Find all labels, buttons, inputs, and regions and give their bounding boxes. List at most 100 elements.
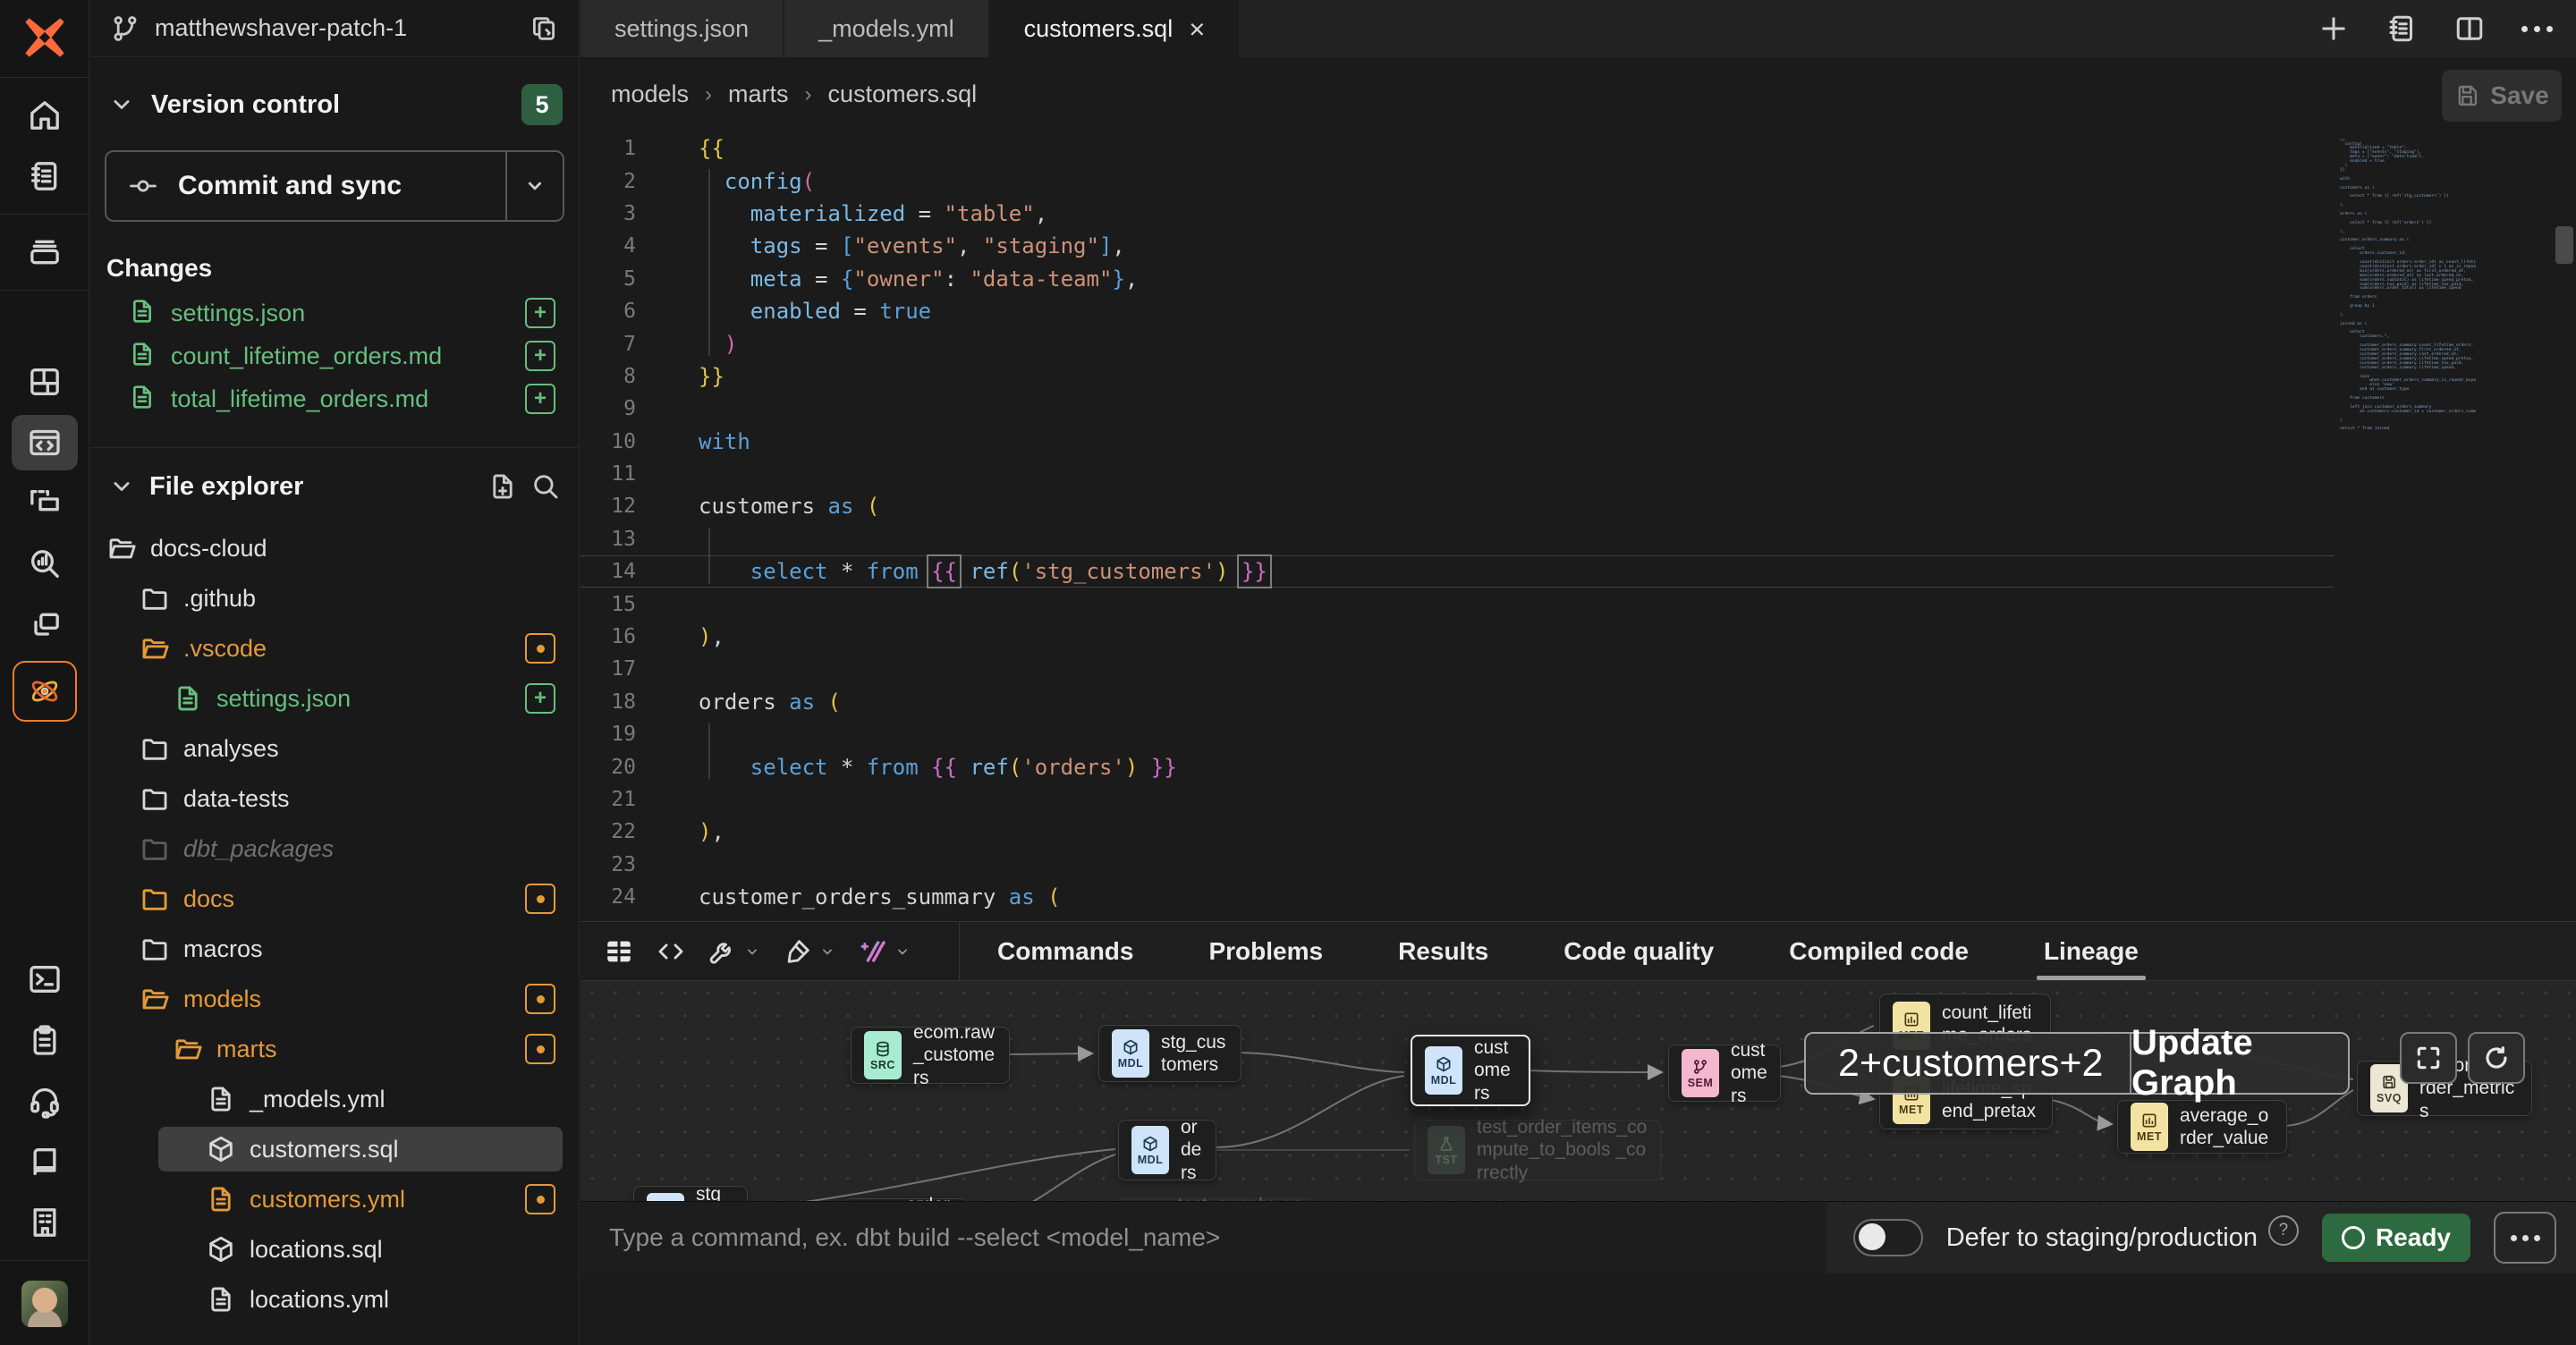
file-tree-item-docs[interactable]: docs xyxy=(90,874,579,924)
lineage-node-ecom-raw-customers[interactable]: SRCecom.raw_customers xyxy=(851,1027,1010,1084)
file-tree-item--models-yml[interactable]: _models.yml xyxy=(90,1074,579,1124)
file-tree-item-customers-yml[interactable]: customers.yml xyxy=(90,1174,579,1224)
help-icon[interactable]: ? xyxy=(2268,1215,2299,1246)
chevron-down-icon[interactable] xyxy=(818,943,836,960)
code-line[interactable]: 7 ) xyxy=(580,327,2334,360)
code-line[interactable]: 20 select * from {{ ref('orders') }} xyxy=(580,750,2334,782)
panel-tab-lineage[interactable]: Lineage xyxy=(2006,922,2176,980)
refresh-graph-button[interactable] xyxy=(2468,1032,2525,1084)
user-avatar[interactable] xyxy=(21,1281,68,1327)
code-line[interactable]: 11 xyxy=(580,458,2334,490)
format-icon[interactable] xyxy=(783,936,836,967)
changed-file-row[interactable]: count_lifetime_orders.md+ xyxy=(90,334,579,377)
code-line[interactable]: 1{{ xyxy=(580,132,2334,165)
code-line[interactable]: 10with xyxy=(580,426,2334,458)
terminal-icon[interactable] xyxy=(12,952,78,1007)
code-line[interactable]: 4 tags = ["events", "staging"], xyxy=(580,230,2334,262)
code-line[interactable]: 13 xyxy=(580,523,2334,555)
headset-icon[interactable] xyxy=(12,1073,78,1129)
lineage-node-average-order-value[interactable]: METaverage_order_value xyxy=(2117,1100,2287,1154)
panel-tab-compiled-code[interactable]: Compiled code xyxy=(1751,922,2006,980)
panel-tab-code-quality[interactable]: Code quality xyxy=(1526,922,1751,980)
defer-toggle[interactable] xyxy=(1853,1219,1923,1256)
code-line[interactable]: 9 xyxy=(580,393,2334,425)
breadcrumb-segment[interactable]: customers.sql xyxy=(828,80,978,108)
editor-minimap[interactable]: {{ config( materialized = "table", tags … xyxy=(2340,139,2476,433)
lineage-node-orders[interactable]: MDLorders xyxy=(1118,1120,1216,1180)
file-tree-item-dbt-packages[interactable]: dbt_packages xyxy=(90,824,579,874)
file-tree-item--github[interactable]: .github xyxy=(90,573,579,623)
editor-tab--models-yml[interactable]: _models.yml xyxy=(784,0,990,57)
build-tools-icon[interactable] xyxy=(708,936,761,967)
breadcrumb-segment[interactable]: models xyxy=(611,80,689,108)
insights-icon[interactable] xyxy=(12,537,78,592)
editor-scrollbar[interactable] xyxy=(2555,226,2573,264)
notebook-icon[interactable] xyxy=(12,148,78,204)
file-tree-item--vscode[interactable]: .vscode xyxy=(90,623,579,673)
file-tree-item-customers-sql[interactable]: customers.sql xyxy=(90,1124,579,1174)
new-tab-icon[interactable] xyxy=(2318,13,2350,45)
copy-icon[interactable] xyxy=(529,13,559,44)
code-line[interactable]: 2 config( xyxy=(580,165,2334,197)
fullscreen-button[interactable] xyxy=(2400,1032,2457,1084)
code-line[interactable]: 16), xyxy=(580,621,2334,653)
code-line[interactable]: 8}} xyxy=(580,360,2334,393)
code-line[interactable]: 17 xyxy=(580,653,2334,685)
code-line[interactable]: 23 xyxy=(580,849,2334,881)
file-tree-item-analyses[interactable]: analyses xyxy=(90,723,579,774)
command-input[interactable] xyxy=(580,1202,1826,1273)
search-icon[interactable] xyxy=(530,471,561,502)
organization-icon[interactable] xyxy=(12,1195,78,1250)
chevron-down-icon[interactable] xyxy=(743,943,761,960)
results-table-icon[interactable] xyxy=(604,936,634,967)
code-editor[interactable]: 1{{2 config(3 materialized = "table",4 t… xyxy=(580,132,2334,913)
code-line[interactable]: 15 xyxy=(580,588,2334,620)
update-graph-button[interactable]: Update Graph xyxy=(2130,1034,2348,1093)
lineage-node-customers-semantic[interactable]: SEMcustomers xyxy=(1668,1045,1781,1102)
panel-tab-results[interactable]: Results xyxy=(1360,922,1526,980)
archive-icon[interactable] xyxy=(12,224,78,280)
commit-options-dropdown[interactable] xyxy=(505,152,563,220)
code-line[interactable]: 14 select * from {{ ref('stg_customers')… xyxy=(580,555,2334,588)
code-line[interactable]: 18orders as ( xyxy=(580,686,2334,718)
lineage-node-test-order-items[interactable]: TSTtest_order_items_compute_to_bools _co… xyxy=(1414,1120,1661,1180)
notebook-panel-icon[interactable] xyxy=(2385,13,2418,45)
code-view-icon[interactable] xyxy=(656,936,686,967)
file-tree-item-settings-json[interactable]: settings.json+ xyxy=(90,673,579,723)
lineage-node-stg-orders[interactable]: MDLstg_orders xyxy=(633,1186,748,1202)
code-line[interactable]: 3 materialized = "table", xyxy=(580,198,2334,230)
code-line[interactable]: 22), xyxy=(580,816,2334,848)
chevron-down-icon[interactable] xyxy=(894,943,911,960)
editor-tab-customers-sql[interactable]: customers.sql× xyxy=(990,0,1240,57)
file-tree-item-locations-yml[interactable]: locations.yml xyxy=(90,1274,579,1324)
file-tree-item-marts[interactable]: marts xyxy=(90,1024,579,1074)
lineage-node-customers-model[interactable]: MDLcustomers xyxy=(1411,1035,1530,1106)
copilot-sparkle-icon[interactable] xyxy=(858,936,911,967)
home-icon[interactable] xyxy=(12,88,78,143)
dashboard-icon[interactable] xyxy=(12,354,78,410)
file-tree-item-macros[interactable]: macros xyxy=(90,924,579,974)
dbt-logo-icon[interactable] xyxy=(21,14,68,61)
file-tree-item-locations-sql[interactable]: locations.sql xyxy=(90,1224,579,1274)
code-line[interactable]: 21 xyxy=(580,783,2334,816)
more-options-icon[interactable] xyxy=(2521,26,2553,32)
file-tree-item-docs-cloud[interactable]: docs-cloud xyxy=(90,523,579,573)
code-editor-icon[interactable] xyxy=(12,415,78,470)
status-badge[interactable]: Ready xyxy=(2322,1214,2470,1262)
chevron-down-icon[interactable] xyxy=(106,471,137,502)
windows-icon[interactable] xyxy=(12,597,78,653)
canvas-icon[interactable] xyxy=(12,476,78,531)
panel-tab-problems[interactable]: Problems xyxy=(1171,922,1360,980)
new-file-icon[interactable] xyxy=(487,471,518,502)
commit-and-sync-button[interactable]: Commit and sync xyxy=(105,150,564,222)
code-line[interactable]: 24customer_orders_summary as ( xyxy=(580,881,2334,913)
changed-file-row[interactable]: settings.json+ xyxy=(90,292,579,334)
code-line[interactable]: 12customers as ( xyxy=(580,490,2334,522)
version-control-header[interactable]: Version control 5 xyxy=(90,57,579,125)
lineage-node-stg-customers[interactable]: MDLstg_customers xyxy=(1098,1025,1241,1082)
more-actions-button[interactable] xyxy=(2494,1212,2556,1264)
split-editor-icon[interactable] xyxy=(2453,13,2486,45)
clipboard-icon[interactable] xyxy=(12,1012,78,1068)
file-tree-item-models[interactable]: models xyxy=(90,974,579,1024)
panel-tab-commands[interactable]: Commands xyxy=(960,922,1171,980)
